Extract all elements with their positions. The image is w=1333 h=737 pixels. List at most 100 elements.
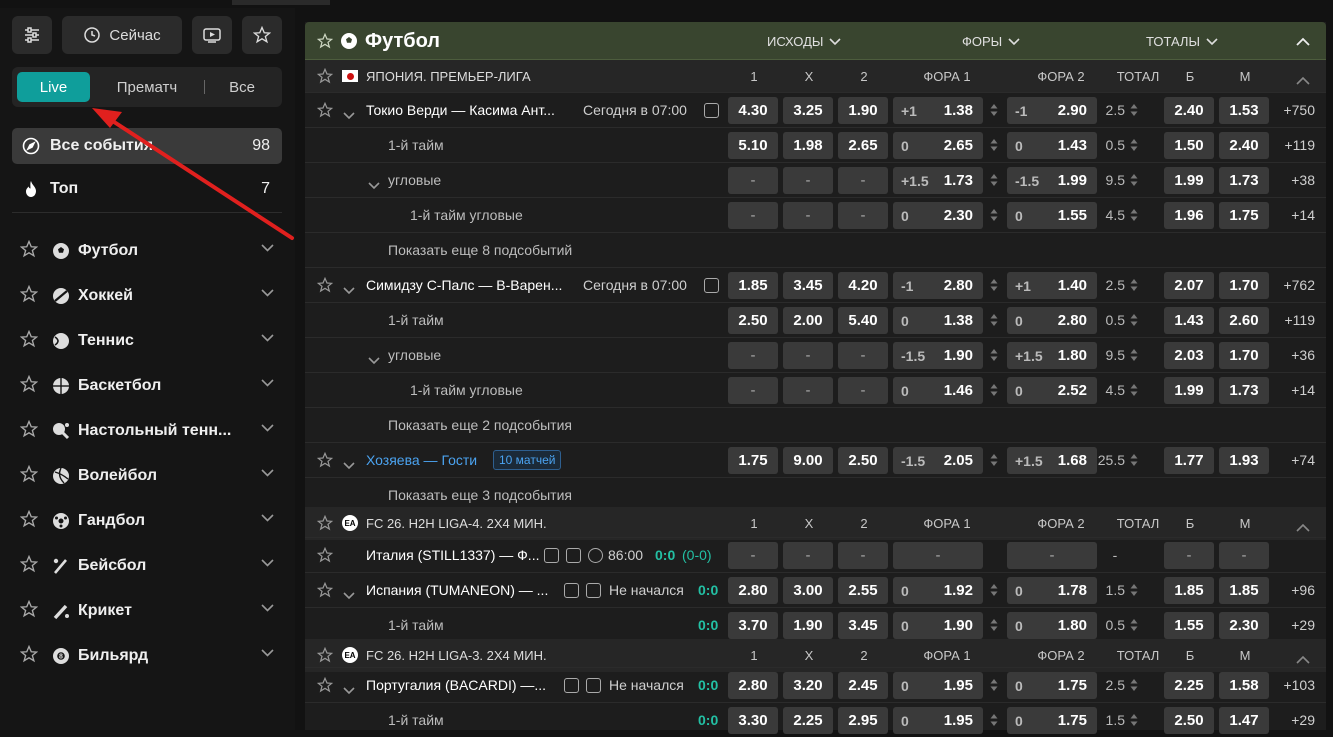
filter-all[interactable]: Все xyxy=(217,72,267,102)
field-icon[interactable] xyxy=(586,583,601,598)
odds-cell[interactable]: 1.75 xyxy=(728,447,778,474)
matches-badge[interactable]: 10 матчей xyxy=(493,450,562,470)
odds-cell[interactable]: 1.70 xyxy=(1219,272,1269,299)
field-icon[interactable] xyxy=(566,548,581,563)
line-switch-icon[interactable] xyxy=(990,383,998,397)
odds-cell[interactable]: 2.45 xyxy=(838,672,888,699)
star-icon[interactable] xyxy=(316,676,334,696)
line-switch-icon[interactable] xyxy=(1130,103,1138,117)
more-markets-link[interactable]: +119 xyxy=(1275,137,1316,153)
line-switch-icon[interactable] xyxy=(1130,583,1138,597)
chevron-down-icon[interactable] xyxy=(261,469,274,477)
odds-cell[interactable]: - xyxy=(1164,542,1214,569)
filter-settings-button[interactable] xyxy=(12,16,52,54)
odds-cell[interactable]: 3.25 xyxy=(783,97,833,124)
event-row[interactable]: Португалия (BACARDI) —... Не начался 0:0 2.… xyxy=(305,667,1326,702)
odds-cell[interactable]: - xyxy=(838,342,888,369)
now-button[interactable]: Сейчас xyxy=(62,16,182,54)
odds-cell[interactable]: 1.85 xyxy=(1219,577,1269,604)
sub-event-row[interactable]: 1-й тайм угловые - - -0 1.46 0 2.52 4.5 1.99 1.73… xyxy=(305,372,1326,407)
handicap1-cell[interactable]: 0 1.46 xyxy=(893,377,983,404)
more-markets-link[interactable]: +74 xyxy=(1275,452,1315,468)
odds-cell[interactable]: 3.00 xyxy=(783,577,833,604)
chevron-down-icon[interactable] xyxy=(261,289,274,297)
odds-cell[interactable]: 1.99 xyxy=(1164,377,1214,404)
line-switch-icon[interactable] xyxy=(990,713,998,727)
star-icon[interactable] xyxy=(316,67,334,87)
event-name[interactable]: Токио Верди — Касима Ант... xyxy=(366,102,555,118)
odds-cell[interactable]: 3.45 xyxy=(838,612,888,639)
odds-cell[interactable]: 3.45 xyxy=(783,272,833,299)
star-icon[interactable] xyxy=(19,329,44,353)
odds-cell[interactable]: 2.07 xyxy=(1164,272,1214,299)
odds-cell[interactable]: - xyxy=(728,202,778,229)
field-icon[interactable] xyxy=(586,678,601,693)
odds-cell[interactable]: 4.30 xyxy=(728,97,778,124)
odds-cell[interactable]: 1.75 xyxy=(1219,202,1269,229)
chevron-down-icon[interactable] xyxy=(343,457,355,473)
star-icon[interactable] xyxy=(19,554,44,578)
chevron-down-icon[interactable] xyxy=(343,587,355,603)
chevron-down-icon[interactable] xyxy=(368,352,380,368)
odds-cell[interactable]: 2.60 xyxy=(1219,307,1269,334)
chevron-down-icon[interactable] xyxy=(343,682,355,698)
more-markets-link[interactable]: +119 xyxy=(1275,312,1316,328)
odds-cell[interactable]: - xyxy=(783,542,833,569)
odds-cell[interactable]: 4.20 xyxy=(838,272,888,299)
handicap1-cell[interactable]: 0 1.90 xyxy=(893,612,983,639)
odds-cell[interactable]: 3.70 xyxy=(728,612,778,639)
chevron-down-icon[interactable] xyxy=(343,282,355,298)
event-row[interactable]: Хозяева — Гости 10 матчей 1.75 9.00 2.50 -1.5… xyxy=(305,442,1326,477)
chevron-down-icon[interactable] xyxy=(261,379,274,387)
star-icon[interactable] xyxy=(316,451,334,471)
line-switch-icon[interactable] xyxy=(990,208,998,222)
tab-totals[interactable]: ТОТАЛЫ xyxy=(1146,34,1218,49)
odds-cell[interactable]: - xyxy=(1219,542,1269,569)
odds-cell[interactable]: 1.90 xyxy=(838,97,888,124)
odds-cell[interactable]: 1.90 xyxy=(783,612,833,639)
handicap2-cell[interactable]: - xyxy=(1007,542,1097,569)
odds-cell[interactable]: 2.40 xyxy=(1219,132,1269,159)
odds-cell[interactable]: - xyxy=(783,167,833,194)
odds-cell[interactable]: 1.55 xyxy=(1164,612,1214,639)
line-switch-icon[interactable] xyxy=(1130,348,1138,362)
star-icon[interactable] xyxy=(19,464,44,488)
odds-cell[interactable]: - xyxy=(728,542,778,569)
sub-event-row[interactable]: 1-й тайм 0:0 3.30 2.25 2.95 0 1.95 0 1.75 1.5 2.50… xyxy=(305,702,1326,737)
handicap2-cell[interactable]: 0 1.78 xyxy=(1007,577,1097,604)
line-switch-icon[interactable] xyxy=(990,173,998,187)
line-switch-icon[interactable] xyxy=(1130,173,1138,187)
star-icon[interactable] xyxy=(316,514,334,534)
odds-cell[interactable]: 2.50 xyxy=(728,307,778,334)
chevron-down-icon[interactable] xyxy=(261,244,274,252)
video-icon[interactable] xyxy=(564,678,579,693)
line-switch-icon[interactable] xyxy=(990,583,998,597)
star-icon[interactable] xyxy=(316,101,334,121)
tab-outcomes[interactable]: ИСХОДЫ xyxy=(767,34,841,49)
event-row[interactable]: Италия (STILL1337) — Ф... 86:00 0:0 (0-0) - -… xyxy=(305,537,1326,572)
statistics-icon[interactable] xyxy=(704,278,719,293)
odds-cell[interactable]: - xyxy=(728,167,778,194)
line-switch-icon[interactable] xyxy=(1130,278,1138,292)
odds-cell[interactable]: 2.00 xyxy=(783,307,833,334)
sub-event-row[interactable]: 1-й тайм 2.50 2.00 5.40 0 1.38 0 2.80 0.5 1.43 2.6… xyxy=(305,302,1326,337)
chevron-down-icon[interactable] xyxy=(261,334,274,342)
odds-cell[interactable]: 2.40 xyxy=(1164,97,1214,124)
star-icon[interactable] xyxy=(19,374,44,398)
league-name[interactable]: FC 26. H2H LIGA-4. 2X4 МИН. xyxy=(366,516,547,531)
collapse-icon[interactable] xyxy=(1296,519,1310,535)
line-switch-icon[interactable] xyxy=(1130,138,1138,152)
handicap1-cell[interactable]: 0 1.95 xyxy=(893,672,983,699)
sidebar-item-table-tennis[interactable]: Настольный тенн... xyxy=(19,411,280,451)
line-switch-icon[interactable] xyxy=(1130,678,1138,692)
handicap1-cell[interactable]: -1.5 1.90 xyxy=(893,342,983,369)
sub-event-row[interactable]: угловые - - - +1.5 1.73 -1.5 1.99 9.5 1.99 1.73 +38 xyxy=(305,162,1326,197)
filter-prematch[interactable]: Прематч xyxy=(104,72,190,102)
filter-live[interactable]: Live xyxy=(17,72,90,102)
odds-cell[interactable]: - xyxy=(838,542,888,569)
odds-cell[interactable]: - xyxy=(728,342,778,369)
tab-handicaps[interactable]: ФОРЫ xyxy=(962,34,1020,49)
handicap1-cell[interactable]: -1.5 2.05 xyxy=(893,447,983,474)
more-markets-link[interactable]: +38 xyxy=(1275,172,1315,188)
more-markets-link[interactable]: +29 xyxy=(1275,712,1315,728)
